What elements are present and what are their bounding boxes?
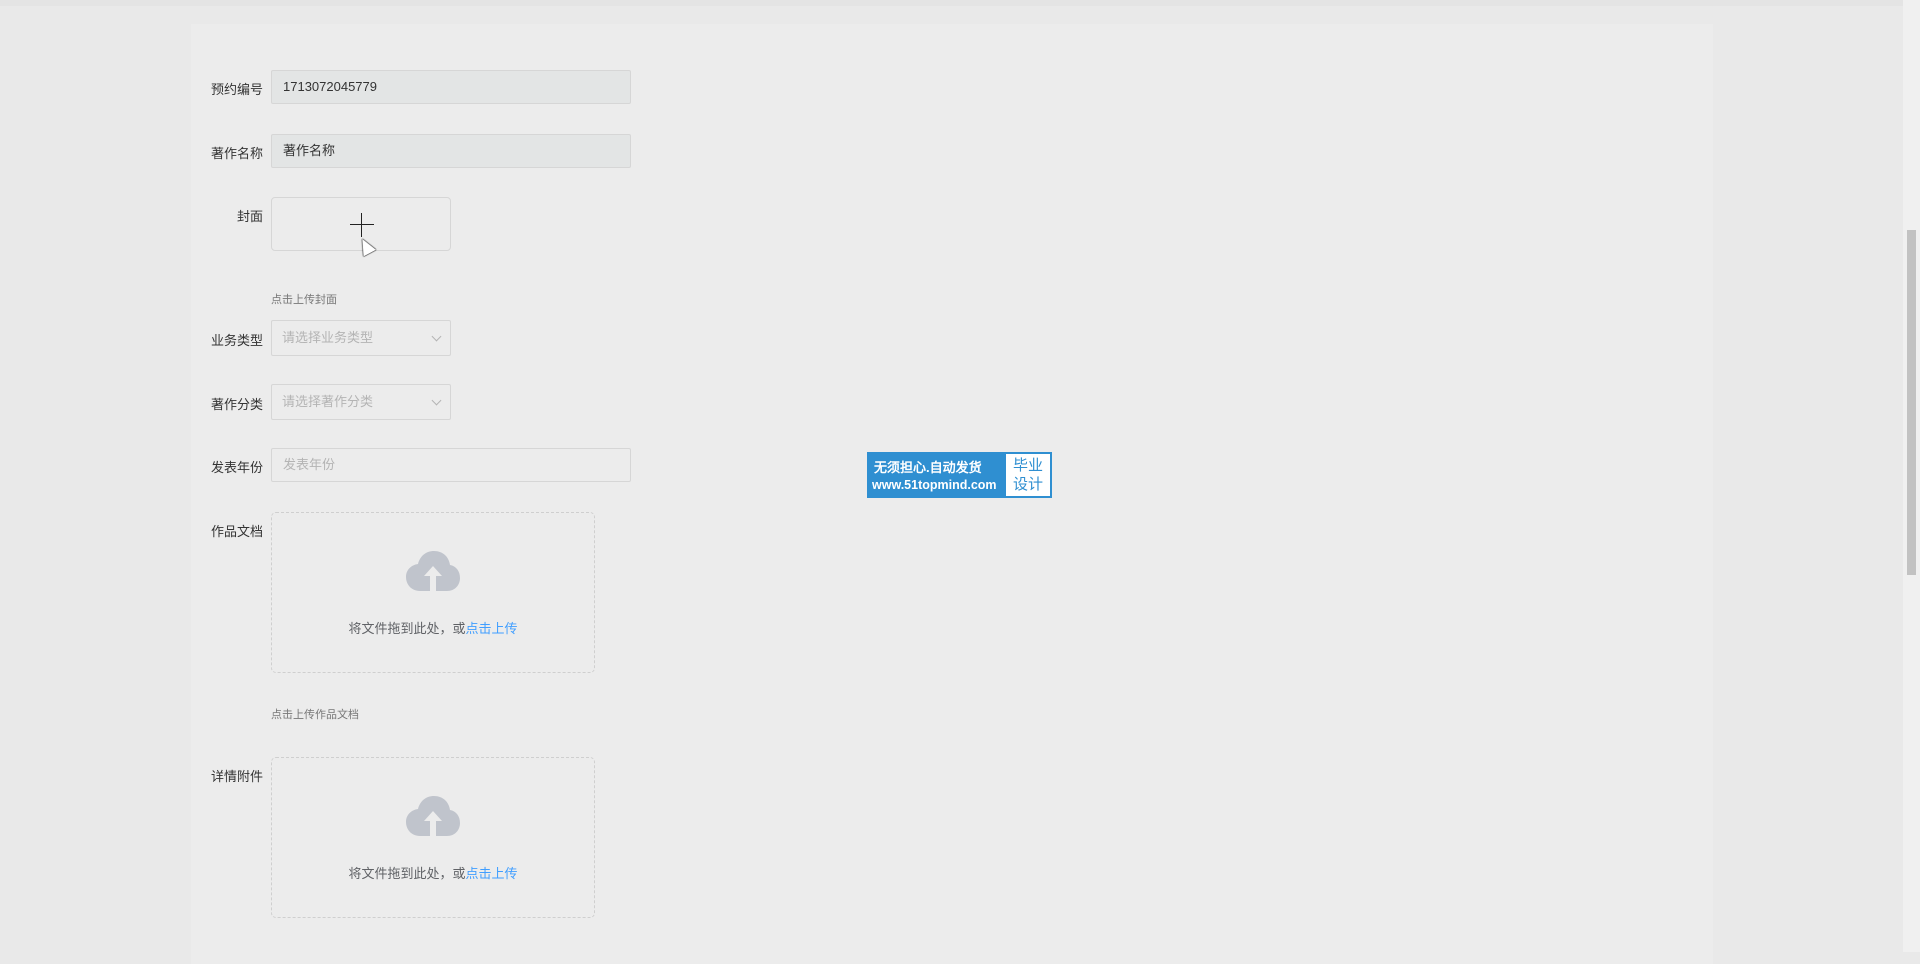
work-category-placeholder: 请选择著作分类 <box>282 394 374 409</box>
work-document-label: 作品文档 <box>210 524 263 539</box>
cover-hint: 点击上传封面 <box>271 294 337 306</box>
mouse-cursor-icon <box>356 235 376 257</box>
upload-cloud-icon <box>406 551 460 591</box>
business-type-label: 业务类型 <box>210 333 263 348</box>
top-edge <box>0 0 1920 6</box>
business-type-select[interactable]: 请选择业务类型 <box>271 320 451 356</box>
detail-attachment-drop-text: 将文件拖到此处，或点击上传 <box>272 863 594 882</box>
detail-attachment-dropzone[interactable]: 将文件拖到此处，或点击上传 <box>271 757 595 918</box>
watermark-side: 毕业 设计 <box>1006 454 1050 496</box>
watermark-side-line1: 毕业 <box>1012 457 1043 474</box>
watermark-text: 无须担心.自动发货 www.51topmind.com <box>868 453 1004 497</box>
work-name-label: 著作名称 <box>210 146 263 161</box>
scrollbar-thumb[interactable] <box>1907 230 1916 575</box>
watermark-side-line2: 设计 <box>1012 476 1043 493</box>
detail-attachment-label: 详情附件 <box>210 769 263 784</box>
booking-no-label: 预约编号 <box>210 82 263 97</box>
booking-no-input[interactable]: 1713072045779 <box>271 70 631 104</box>
watermark-line2: www.51topmind.com <box>872 478 997 492</box>
publish-year-input[interactable]: 发表年份 <box>271 448 631 482</box>
cover-upload-button[interactable] <box>271 197 451 257</box>
work-category-select[interactable]: 请选择著作分类 <box>271 384 451 420</box>
cover-label: 封面 <box>236 209 263 224</box>
drop-instruction: 将文件拖到此处，或 <box>348 866 466 881</box>
vertical-scrollbar[interactable] <box>1903 0 1920 952</box>
upload-cloud-icon <box>406 796 460 836</box>
publish-year-label: 发表年份 <box>210 460 263 475</box>
drop-instruction: 将文件拖到此处，或 <box>348 621 466 636</box>
work-document-dropzone[interactable]: 将文件拖到此处，或点击上传 <box>271 512 595 673</box>
work-document-drop-text: 将文件拖到此处，或点击上传 <box>272 618 594 637</box>
click-upload-link[interactable]: 点击上传 <box>466 866 518 881</box>
business-type-placeholder: 请选择业务类型 <box>282 330 374 345</box>
work-name-input[interactable]: 著作名称 <box>271 134 631 168</box>
click-upload-link[interactable]: 点击上传 <box>466 621 518 636</box>
work-category-label: 著作分类 <box>210 397 263 412</box>
chevron-down-icon <box>431 395 442 406</box>
watermark-badge: 无须担心.自动发货 www.51topmind.com 毕业 设计 <box>867 452 1052 498</box>
watermark-line1: 无须担心.自动发货 <box>874 460 982 475</box>
work-document-hint: 点击上传作品文档 <box>271 709 359 721</box>
chevron-down-icon <box>431 331 442 342</box>
